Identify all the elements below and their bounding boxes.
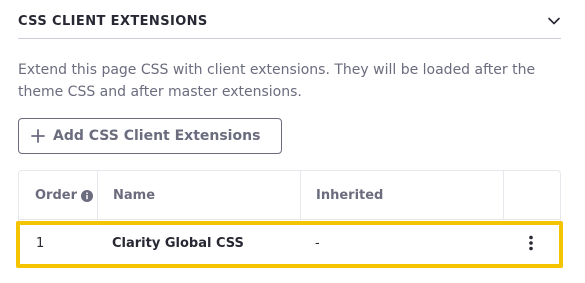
row-order: 1 bbox=[36, 235, 45, 251]
table-row[interactable]: 1 Clarity Global CSS - bbox=[19, 220, 560, 266]
plus-icon bbox=[31, 129, 45, 143]
column-header-name-label: Name bbox=[113, 188, 156, 203]
column-header-inherited-label: Inherited bbox=[316, 188, 384, 203]
kebab-menu-icon bbox=[529, 235, 533, 251]
add-css-client-extensions-button[interactable]: Add CSS Client Extensions bbox=[18, 118, 282, 154]
info-icon[interactable] bbox=[81, 189, 93, 202]
table-header: Order Name Inherited bbox=[19, 171, 560, 220]
section-header[interactable]: CSS CLIENT EXTENSIONS bbox=[18, 0, 561, 39]
row-inherited: - bbox=[315, 235, 320, 251]
row-actions-button[interactable] bbox=[521, 232, 541, 254]
column-header-inherited: Inherited bbox=[301, 171, 504, 220]
chevron-down-icon[interactable] bbox=[547, 14, 561, 28]
client-extensions-table: Order Name Inherited 1 Clarity Global CS… bbox=[18, 170, 561, 267]
column-header-actions bbox=[504, 171, 560, 220]
column-header-name: Name bbox=[98, 171, 301, 220]
row-name: Clarity Global CSS bbox=[112, 235, 244, 251]
column-header-order-label: Order bbox=[35, 188, 77, 203]
column-header-order: Order bbox=[19, 171, 98, 220]
section-title: CSS CLIENT EXTENSIONS bbox=[18, 14, 208, 29]
section-description: Extend this page CSS with client extensi… bbox=[18, 62, 536, 100]
add-button-label: Add CSS Client Extensions bbox=[53, 128, 261, 144]
